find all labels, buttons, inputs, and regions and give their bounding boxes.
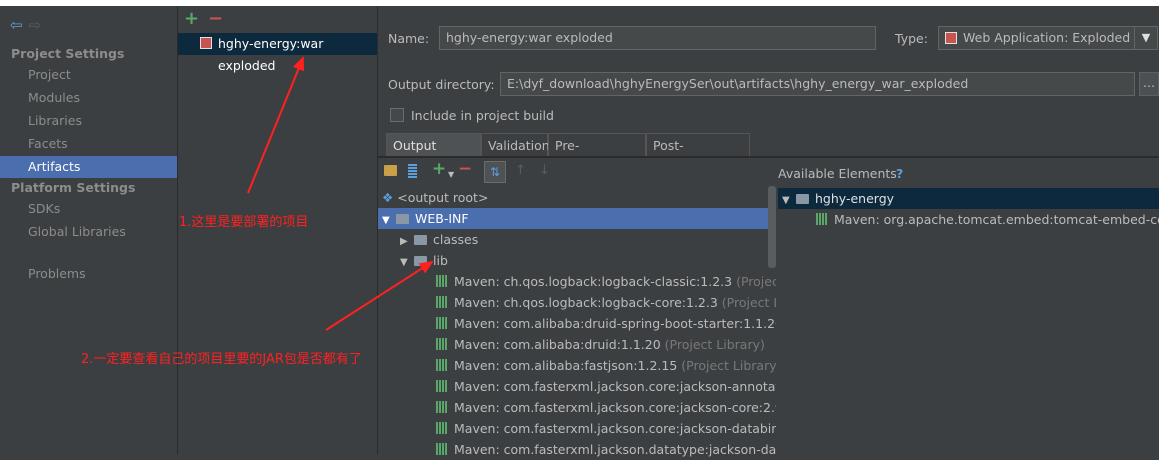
annotation-arrows — [247, 56, 434, 331]
annotation-arrow-1 — [247, 56, 305, 194]
annotation-note-1: 1.这里是要部署的项目 — [179, 215, 309, 230]
annotation-arrow-2 — [325, 260, 434, 331]
annotation-note-2: 2.一定要查看自己的项目里要的JAR包是否都有了 — [81, 352, 362, 367]
